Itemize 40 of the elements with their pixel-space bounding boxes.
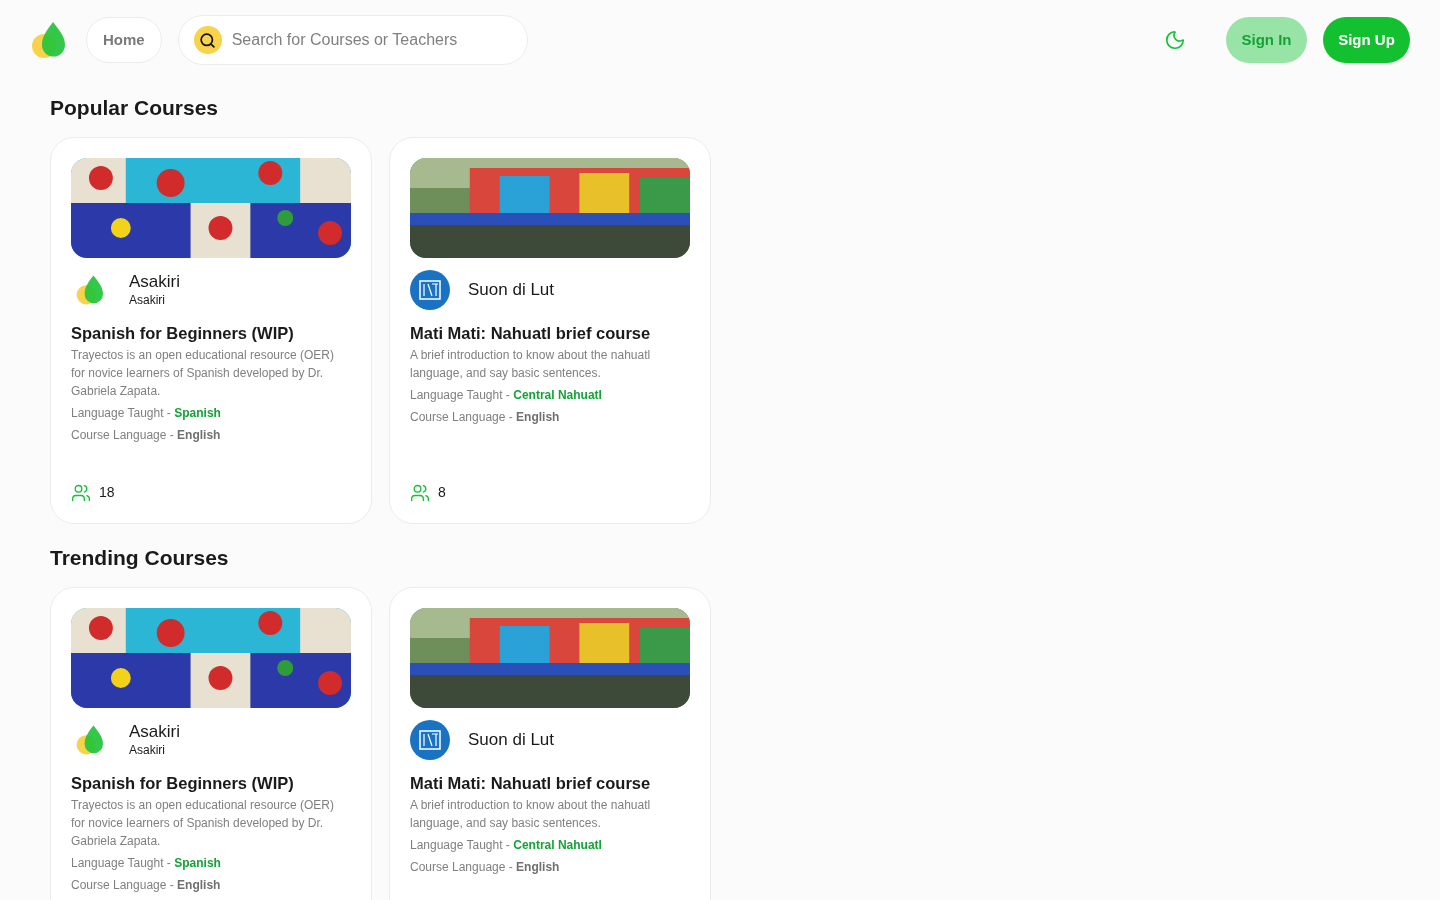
language-taught: Language Taught - Spanish xyxy=(71,855,222,872)
section-title: Trending Courses xyxy=(50,545,230,571)
learner-count: 8 xyxy=(438,483,446,502)
course-card[interactable] xyxy=(50,587,372,900)
home-button[interactable]: Home xyxy=(86,17,162,63)
learners-icon xyxy=(410,482,430,503)
search-field[interactable]: Search for Courses or Teachers xyxy=(177,15,528,65)
learner-count: 18 xyxy=(99,483,115,502)
search-icon xyxy=(193,26,222,54)
course-title: Spanish for Beginners (WIP) xyxy=(71,773,295,794)
language-taught: Language Taught - Central Nahuatl xyxy=(410,837,603,854)
author-name: Asakiri xyxy=(129,272,180,292)
language-taught: Language Taught - Central Nahuatl xyxy=(410,387,603,404)
sign-up-button[interactable]: Sign Up xyxy=(1323,17,1410,63)
course-description: A brief introduction to know about the nahuatl language, and say basic sentences. xyxy=(410,797,652,832)
avatar-emblem-icon xyxy=(410,270,450,310)
course-description: Trayectos is an open educational resource (OER) for novice learners of Spanish developed by Dr. Gabriela Zapata. xyxy=(71,797,335,850)
course-card[interactable]: Suon di Lut Mati Mati: Nahuatl brief course A brief introduction to know about the nahuatl language, and say basic sentences. Language Taught - Central Nahuatl Course Language - English xyxy=(389,587,711,900)
course-description: Trayectos is an open educational resource (OER) for novice learners of Spanish developed by Dr. Gabriela Zapata. xyxy=(71,347,335,400)
avatar-emblem-icon xyxy=(410,720,450,760)
course-language: Course Language - English xyxy=(410,409,561,426)
section-title: Popular Courses xyxy=(50,95,220,121)
author-name: Suon di Lut xyxy=(468,280,554,300)
course-card[interactable]: Suon di Lut Mati Mati: Nahuatl brief course A brief introduction to know about the nahuatl language, and say basic sentences. Language Taught - Central Nahuatl Course Language - English 8 xyxy=(389,137,711,524)
course-description: A brief introduction to know about the nahuatl language, and say basic sentences. xyxy=(410,347,652,382)
course-card[interactable] xyxy=(50,137,372,524)
course-language: Course Language - English xyxy=(410,859,561,876)
author-name: Asakiri xyxy=(129,722,180,742)
course-title: Mati Mati: Nahuatl brief course xyxy=(410,323,652,344)
search-input[interactable]: Search for Courses or Teachers xyxy=(231,28,512,52)
course-language: Course Language - English xyxy=(71,877,222,894)
course-title: Spanish for Beginners (WIP) xyxy=(71,323,295,344)
course-title: Mati Mati: Nahuatl brief course xyxy=(410,773,652,794)
language-taught: Language Taught - Spanish xyxy=(71,405,222,422)
author-name: Suon di Lut xyxy=(468,730,554,750)
author-handle: Asakiri xyxy=(129,742,166,758)
author-handle: Asakiri xyxy=(129,292,166,308)
course-language: Course Language - English xyxy=(71,427,222,444)
sign-in-button[interactable]: Sign In xyxy=(1226,17,1307,63)
learners-icon xyxy=(71,482,91,503)
